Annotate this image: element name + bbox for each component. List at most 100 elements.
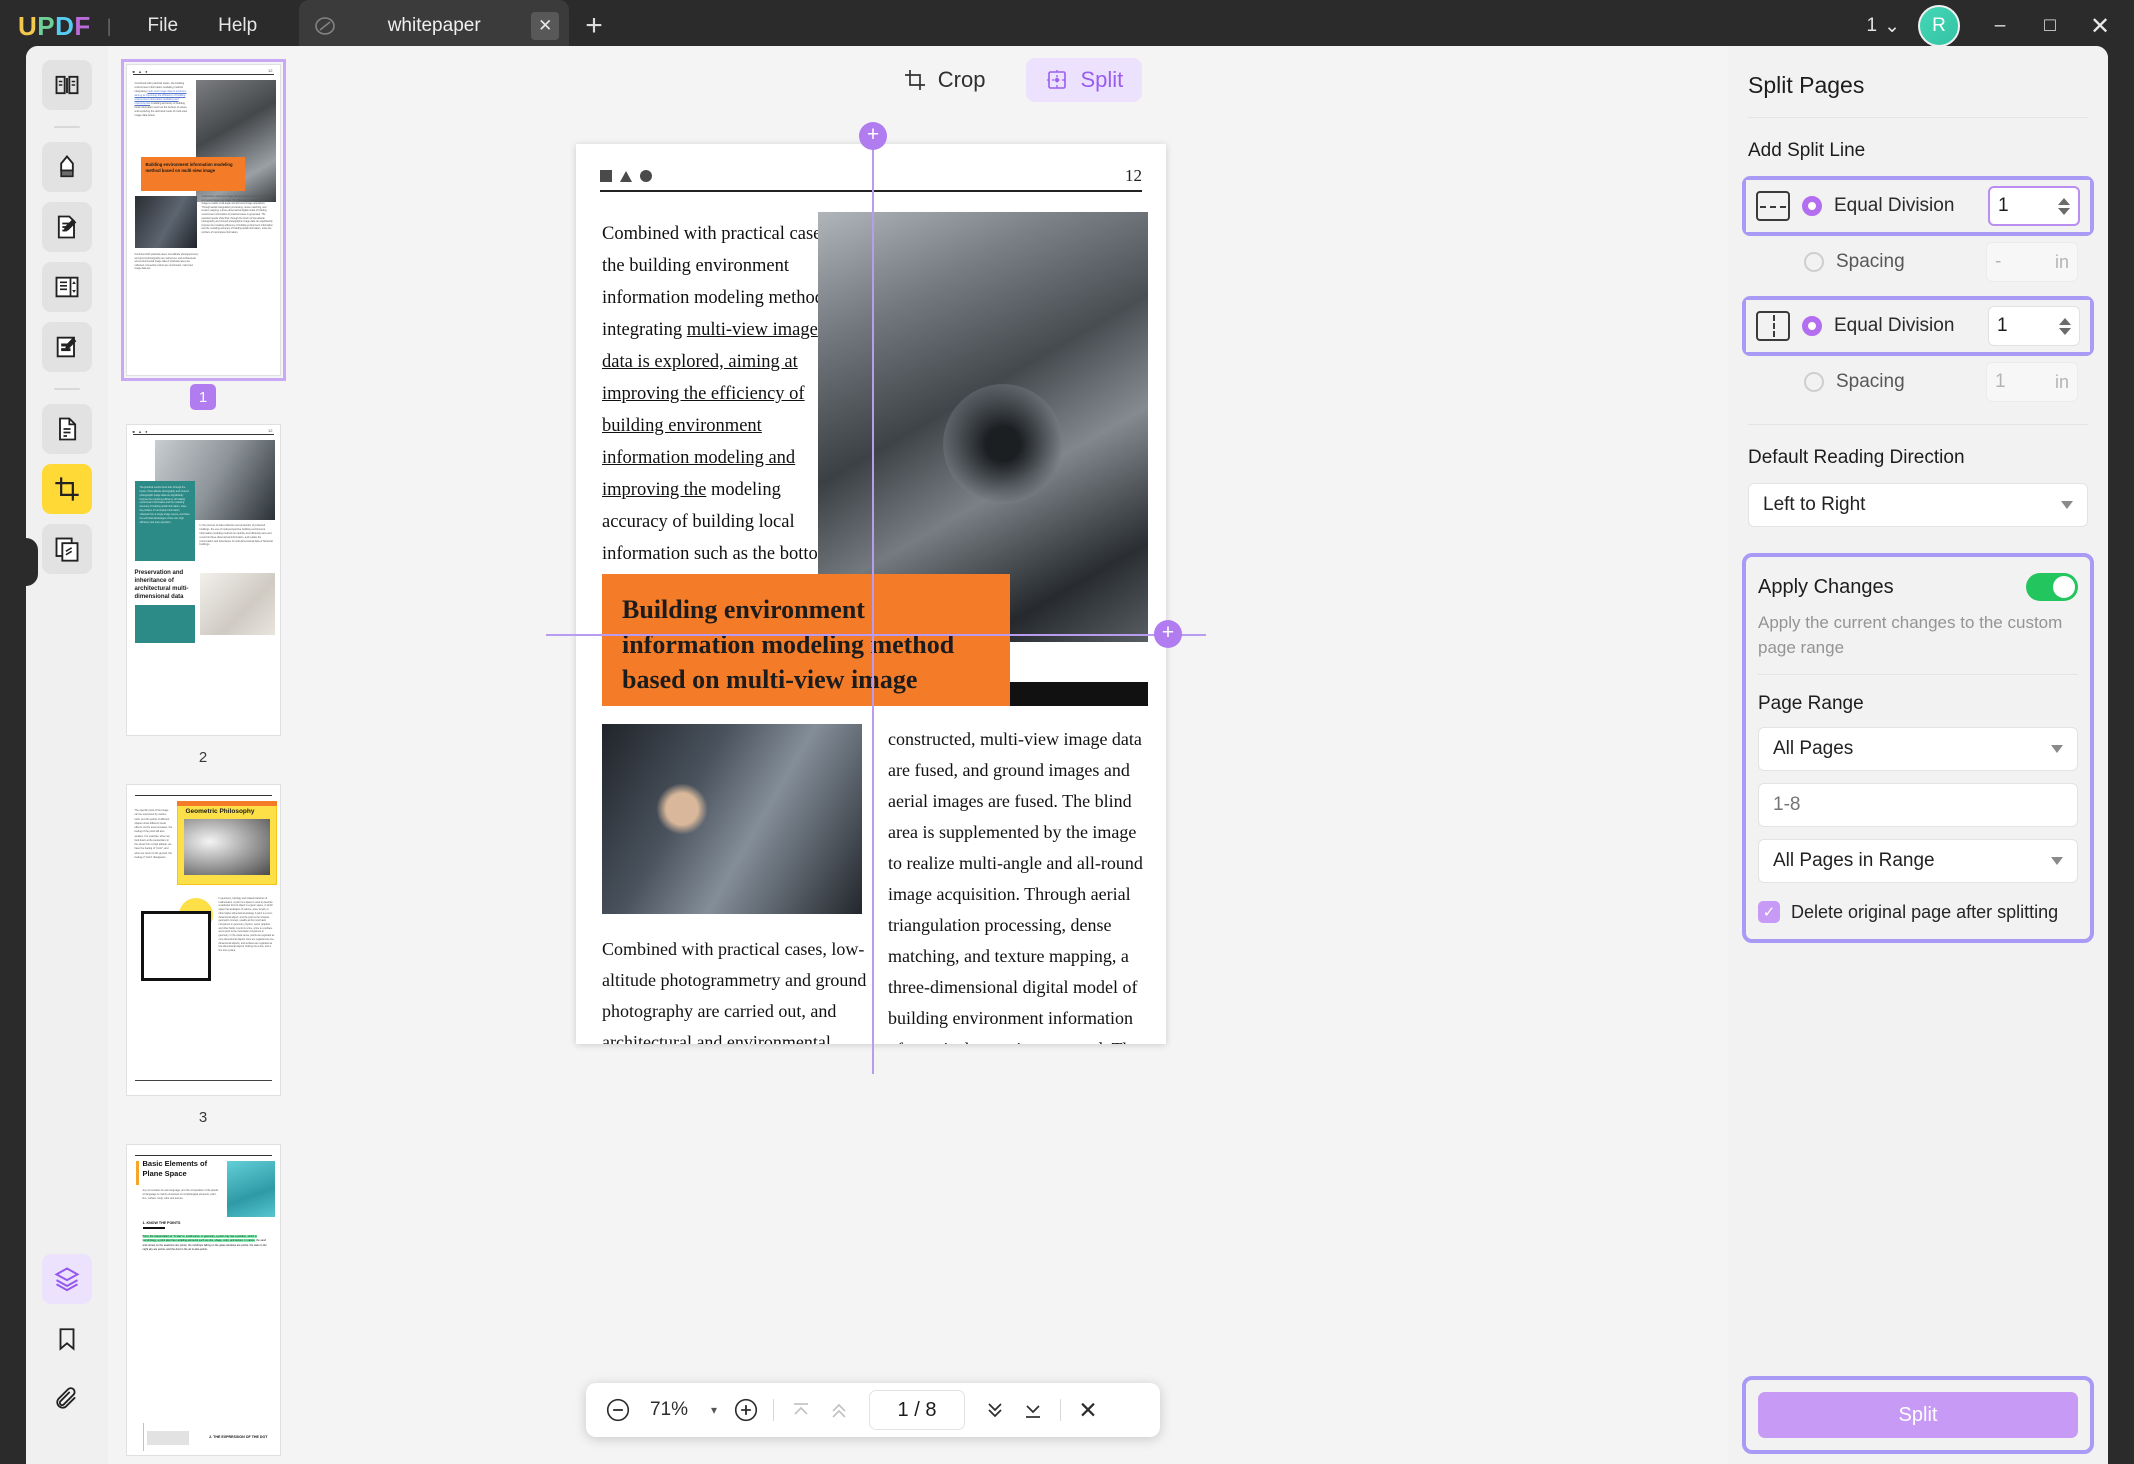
page-range-input[interactable] bbox=[1758, 783, 2078, 828]
sidebar-item-attachments[interactable] bbox=[42, 1374, 92, 1424]
apply-changes-toggle[interactable] bbox=[2026, 573, 2078, 601]
thumb3-footer-rule bbox=[134, 1080, 272, 1081]
sidebar-item-edit-pdf[interactable] bbox=[42, 202, 92, 252]
split-tool-button[interactable]: Split bbox=[1026, 58, 1143, 102]
thumb4-left-bar bbox=[142, 1423, 144, 1451]
next-page-button[interactable] bbox=[977, 1392, 1013, 1428]
apply-changes-description: Apply the current changes to the custom … bbox=[1758, 613, 2063, 657]
page-indicator[interactable]: 1 / 8 bbox=[869, 1390, 965, 1430]
vertical-spacing-input[interactable]: 1 in bbox=[1986, 362, 2078, 402]
page-title-band: Building environment information modelin… bbox=[602, 574, 1010, 706]
sidebar-item-crop-pages[interactable] bbox=[42, 464, 92, 514]
thumb1-image-2 bbox=[134, 196, 197, 248]
thumbnail-page-2[interactable]: ■ ▲ ● 12 The practical results show that… bbox=[125, 424, 281, 736]
panel-collapse-handle[interactable] bbox=[26, 538, 38, 586]
thumbnail-item[interactable]: The specific point of the image can be e… bbox=[108, 784, 298, 1130]
horizontal-equal-division-radio[interactable] bbox=[1802, 196, 1822, 216]
thumbnail-number: 1 bbox=[190, 384, 216, 410]
thumbnail-page-1[interactable]: ■ ▲ ● 12 Combined with practical cases, … bbox=[120, 59, 286, 381]
new-tab-button[interactable]: + bbox=[585, 11, 603, 41]
page-count-selector[interactable]: 1 ⌄ bbox=[1867, 15, 1901, 38]
maximize-button[interactable]: □ bbox=[2028, 6, 2072, 46]
close-window-button[interactable]: ✕ bbox=[2078, 6, 2122, 46]
thumb1-col1: Combined with practical cases, the build… bbox=[134, 82, 188, 118]
minimize-button[interactable]: – bbox=[1978, 6, 2022, 46]
thumbnail-page-4[interactable]: Basic Elements of Plane Space Any art co… bbox=[125, 1144, 281, 1456]
tool-rail bbox=[26, 46, 108, 1464]
vertical-spacing-value: 1 bbox=[1995, 371, 2006, 392]
zoom-out-button[interactable] bbox=[600, 1392, 636, 1428]
horizontal-equal-division-input[interactable]: 1 bbox=[1988, 186, 2080, 226]
thumb3-title: Geometric Philosophy bbox=[185, 808, 255, 815]
vertical-equal-division-input[interactable]: 1 bbox=[1988, 306, 2080, 346]
title-bar: UPDF | File Help whitepaper ✕ + 1 ⌄ R – … bbox=[0, 0, 2134, 52]
thumb2-heading: Preservation and inheritance of architec… bbox=[134, 570, 189, 601]
document-tab[interactable]: whitepaper ✕ bbox=[299, 0, 570, 52]
apply-changes-header: Apply Changes bbox=[1758, 561, 2078, 601]
close-toolbar-button[interactable]: ✕ bbox=[1070, 1392, 1106, 1428]
horizontal-split-line[interactable] bbox=[546, 634, 1206, 636]
chevron-down-icon bbox=[2061, 501, 2073, 509]
horizontal-split-highlight: Equal Division 1 bbox=[1742, 176, 2094, 236]
vertical-equal-division-radio[interactable] bbox=[1802, 316, 1822, 336]
sidebar-item-ocr[interactable] bbox=[42, 524, 92, 574]
split-button[interactable]: Split bbox=[1758, 1392, 2078, 1438]
spinner-up-icon[interactable] bbox=[2059, 317, 2071, 325]
pdf-page-canvas[interactable]: 12 Combined with practical cases, the bu… bbox=[576, 144, 1166, 1044]
spinner-down-icon[interactable] bbox=[2058, 207, 2070, 215]
sidebar-item-annotate[interactable] bbox=[42, 142, 92, 192]
vertical-spacing-row[interactable]: Spacing 1 in bbox=[1748, 356, 2088, 408]
page-thumbnail-panel[interactable]: ■ ▲ ● 12 Combined with practical cases, … bbox=[108, 46, 298, 1464]
sidebar-item-layers[interactable] bbox=[42, 1254, 92, 1304]
menu-help[interactable]: Help bbox=[198, 9, 277, 43]
horizontal-spacing-radio[interactable] bbox=[1804, 252, 1824, 272]
title-divider: | bbox=[106, 15, 112, 36]
horizontal-equal-division-row[interactable]: Equal Division 1 bbox=[1746, 180, 2090, 232]
thumb4-body: Point, the interpretation of "Ci Hai" is… bbox=[142, 1235, 267, 1251]
page-black-bar bbox=[1010, 682, 1148, 706]
crop-tool-button[interactable]: Crop bbox=[884, 58, 1005, 102]
sidebar-item-bookmarks[interactable] bbox=[42, 1314, 92, 1364]
thumb3-line-art bbox=[140, 911, 211, 981]
page-header-marks bbox=[600, 170, 652, 182]
zoom-level-value[interactable]: 71% bbox=[638, 1399, 700, 1421]
page-range-select[interactable]: All Pages bbox=[1758, 727, 2078, 772]
avatar[interactable]: R bbox=[1918, 5, 1960, 47]
zoom-in-button[interactable] bbox=[728, 1392, 764, 1428]
delete-original-checkbox[interactable]: ✓ bbox=[1758, 901, 1780, 924]
last-page-button[interactable] bbox=[1015, 1392, 1051, 1428]
zoom-dropdown-caret-icon[interactable]: ▾ bbox=[702, 1403, 726, 1417]
prev-page-button[interactable] bbox=[821, 1392, 857, 1428]
first-page-button[interactable] bbox=[783, 1392, 819, 1428]
split-handle-right[interactable]: + bbox=[1154, 620, 1182, 648]
layers-icon bbox=[54, 1267, 80, 1292]
spinner-up-icon[interactable] bbox=[2058, 197, 2070, 205]
sidebar-item-form-fill[interactable] bbox=[42, 322, 92, 372]
vertical-spacing-radio[interactable] bbox=[1804, 372, 1824, 392]
thumbnail-page-3[interactable]: The specific point of the image can be e… bbox=[125, 784, 281, 1096]
split-handle-top[interactable]: + bbox=[859, 122, 887, 150]
menu-file[interactable]: File bbox=[127, 9, 198, 43]
sidebar-item-convert-pdf[interactable] bbox=[42, 404, 92, 454]
sidebar-item-organize-pages[interactable] bbox=[42, 262, 92, 312]
horizontal-spinner[interactable] bbox=[2058, 197, 2070, 215]
horizontal-spacing-input[interactable]: - in bbox=[1986, 242, 2078, 282]
thumbnail-item[interactable]: ■ ▲ ● 12 Combined with practical cases, … bbox=[108, 59, 298, 410]
horizontal-spacing-row[interactable]: Spacing - in bbox=[1748, 236, 2088, 288]
close-tab-button[interactable]: ✕ bbox=[531, 12, 560, 40]
delete-original-row[interactable]: ✓ Delete original page after splitting bbox=[1758, 895, 2078, 924]
vertical-spinner[interactable] bbox=[2059, 317, 2071, 335]
apply-changes-section: Apply Changes Apply the current changes … bbox=[1742, 553, 2094, 944]
thumb4-rule bbox=[134, 1155, 272, 1156]
reading-direction-select[interactable]: Left to Right bbox=[1748, 483, 2088, 527]
thumbnail-item[interactable]: Basic Elements of Plane Space Any art co… bbox=[108, 1144, 298, 1464]
vertical-split-line[interactable] bbox=[872, 134, 874, 1074]
tab-title: whitepaper bbox=[387, 15, 481, 36]
delete-original-label: Delete original page after splitting bbox=[1791, 901, 2059, 922]
crop-tool-label: Crop bbox=[937, 67, 986, 92]
thumbnail-item[interactable]: ■ ▲ ● 12 The practical results show that… bbox=[108, 424, 298, 770]
page-range-subset-select[interactable]: All Pages in Range bbox=[1758, 839, 2078, 884]
spinner-down-icon[interactable] bbox=[2059, 327, 2071, 335]
sidebar-item-reader-view[interactable] bbox=[42, 60, 92, 110]
vertical-equal-division-row[interactable]: Equal Division 1 bbox=[1746, 300, 2090, 352]
